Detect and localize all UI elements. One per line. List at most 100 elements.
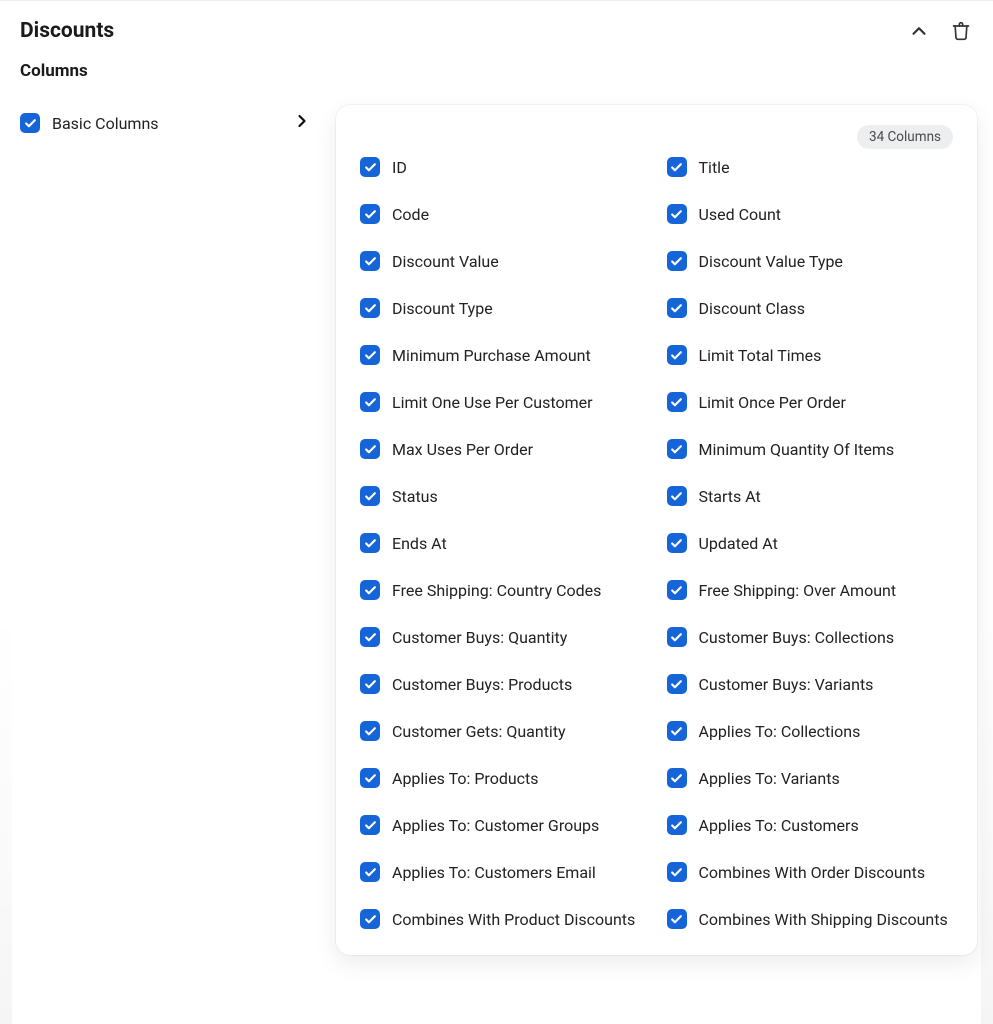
column-checkbox[interactable] bbox=[667, 721, 687, 741]
column-option-applies-to-collections[interactable]: Applies To: Collections bbox=[667, 721, 954, 741]
chevron-right-icon bbox=[292, 111, 312, 135]
sidebar-item-basic-columns[interactable]: Basic Columns bbox=[16, 105, 316, 141]
column-checkbox[interactable] bbox=[667, 204, 687, 224]
column-option-discount-class[interactable]: Discount Class bbox=[667, 298, 954, 318]
column-checkbox[interactable] bbox=[360, 345, 380, 365]
column-checkbox[interactable] bbox=[667, 298, 687, 318]
column-checkbox[interactable] bbox=[667, 486, 687, 506]
column-checkbox[interactable] bbox=[667, 627, 687, 647]
column-option-status[interactable]: Status bbox=[360, 486, 647, 506]
column-checkbox[interactable] bbox=[360, 392, 380, 412]
check-icon bbox=[364, 866, 377, 879]
column-label: Title bbox=[699, 158, 730, 177]
column-option-discount-type[interactable]: Discount Type bbox=[360, 298, 647, 318]
column-label: Free Shipping: Country Codes bbox=[392, 581, 601, 600]
collapse-button[interactable] bbox=[907, 19, 931, 43]
sidebar-item-label: Basic Columns bbox=[52, 114, 280, 133]
column-option-customer-buys-quantity[interactable]: Customer Buys: Quantity bbox=[360, 627, 647, 647]
column-checkbox[interactable] bbox=[360, 157, 380, 177]
column-option-applies-to-customer-groups[interactable]: Applies To: Customer Groups bbox=[360, 815, 647, 835]
column-checkbox[interactable] bbox=[667, 251, 687, 271]
check-icon bbox=[670, 349, 683, 362]
column-checkbox[interactable] bbox=[667, 157, 687, 177]
check-icon bbox=[670, 490, 683, 503]
column-label: Customer Buys: Variants bbox=[699, 675, 874, 694]
column-checkbox[interactable] bbox=[360, 768, 380, 788]
column-option-starts-at[interactable]: Starts At bbox=[667, 486, 954, 506]
column-option-used-count[interactable]: Used Count bbox=[667, 204, 954, 224]
column-option-applies-to-customers[interactable]: Applies To: Customers bbox=[667, 815, 954, 835]
column-option-limit-once-per-order[interactable]: Limit Once Per Order bbox=[667, 392, 954, 412]
column-option-customer-buys-collections[interactable]: Customer Buys: Collections bbox=[667, 627, 954, 647]
column-checkbox[interactable] bbox=[360, 721, 380, 741]
column-label: Discount Class bbox=[699, 299, 806, 318]
column-label: Free Shipping: Over Amount bbox=[699, 581, 897, 600]
column-checkbox[interactable] bbox=[360, 627, 380, 647]
column-option-ends-at[interactable]: Ends At bbox=[360, 533, 647, 553]
column-checkbox[interactable] bbox=[360, 439, 380, 459]
column-option-limit-total-times[interactable]: Limit Total Times bbox=[667, 345, 954, 365]
column-checkbox[interactable] bbox=[360, 580, 380, 600]
check-icon bbox=[670, 631, 683, 644]
column-option-max-uses-per-order[interactable]: Max Uses Per Order bbox=[360, 439, 647, 459]
check-icon bbox=[24, 117, 37, 130]
column-option-discount-value-type[interactable]: Discount Value Type bbox=[667, 251, 954, 271]
column-checkbox[interactable] bbox=[360, 909, 380, 929]
column-checkbox[interactable] bbox=[667, 580, 687, 600]
column-checkbox[interactable] bbox=[360, 251, 380, 271]
column-option-applies-to-customers-email[interactable]: Applies To: Customers Email bbox=[360, 862, 647, 882]
column-label: Combines With Order Discounts bbox=[699, 863, 926, 882]
column-option-minimum-purchase-amount[interactable]: Minimum Purchase Amount bbox=[360, 345, 647, 365]
check-icon bbox=[670, 255, 683, 268]
column-option-discount-value[interactable]: Discount Value bbox=[360, 251, 647, 271]
column-option-applies-to-variants[interactable]: Applies To: Variants bbox=[667, 768, 954, 788]
column-checkbox[interactable] bbox=[667, 533, 687, 553]
check-icon bbox=[364, 537, 377, 550]
column-option-customer-buys-variants[interactable]: Customer Buys: Variants bbox=[667, 674, 954, 694]
column-option-minimum-quantity-of-items[interactable]: Minimum Quantity Of Items bbox=[667, 439, 954, 459]
column-checkbox[interactable] bbox=[360, 815, 380, 835]
panel-body: Basic Columns 34 Columns ID Title Code Used… bbox=[0, 89, 993, 955]
column-option-customer-buys-products[interactable]: Customer Buys: Products bbox=[360, 674, 647, 694]
column-checkbox[interactable] bbox=[360, 298, 380, 318]
trash-icon bbox=[951, 21, 971, 41]
column-option-customer-gets-quantity[interactable]: Customer Gets: Quantity bbox=[360, 721, 647, 741]
check-icon bbox=[670, 584, 683, 597]
column-option-id[interactable]: ID bbox=[360, 157, 647, 177]
column-checkbox[interactable] bbox=[667, 862, 687, 882]
column-option-free-shipping-country-codes[interactable]: Free Shipping: Country Codes bbox=[360, 580, 647, 600]
column-checkbox[interactable] bbox=[667, 768, 687, 788]
delete-button[interactable] bbox=[949, 19, 973, 43]
basic-columns-checkbox[interactable] bbox=[20, 113, 40, 133]
column-checkbox[interactable] bbox=[360, 862, 380, 882]
column-option-applies-to-products[interactable]: Applies To: Products bbox=[360, 768, 647, 788]
column-option-combines-with-order-discounts[interactable]: Combines With Order Discounts bbox=[667, 862, 954, 882]
column-option-combines-with-shipping-discounts[interactable]: Combines With Shipping Discounts bbox=[667, 909, 954, 929]
check-icon bbox=[364, 490, 377, 503]
sidebar: Basic Columns bbox=[16, 105, 316, 141]
panel-title: Discounts bbox=[20, 19, 114, 43]
column-checkbox[interactable] bbox=[667, 439, 687, 459]
column-checkbox[interactable] bbox=[360, 486, 380, 506]
column-checkbox[interactable] bbox=[667, 815, 687, 835]
column-option-combines-with-product-discounts[interactable]: Combines With Product Discounts bbox=[360, 909, 647, 929]
column-label: Limit One Use Per Customer bbox=[392, 393, 593, 412]
columns-card: 34 Columns ID Title Code Used Count Discount… bbox=[336, 105, 977, 955]
column-checkbox[interactable] bbox=[667, 345, 687, 365]
column-checkbox[interactable] bbox=[667, 674, 687, 694]
column-option-updated-at[interactable]: Updated At bbox=[667, 533, 954, 553]
column-checkbox[interactable] bbox=[667, 909, 687, 929]
column-checkbox[interactable] bbox=[667, 392, 687, 412]
column-option-limit-one-use-per-customer[interactable]: Limit One Use Per Customer bbox=[360, 392, 647, 412]
column-checkbox[interactable] bbox=[360, 533, 380, 553]
badge-row: 34 Columns bbox=[360, 125, 953, 149]
column-option-code[interactable]: Code bbox=[360, 204, 647, 224]
column-label: Applies To: Customer Groups bbox=[392, 816, 599, 835]
column-label: Status bbox=[392, 487, 438, 506]
column-option-free-shipping-over-amount[interactable]: Free Shipping: Over Amount bbox=[667, 580, 954, 600]
column-label: Updated At bbox=[699, 534, 778, 553]
column-checkbox[interactable] bbox=[360, 674, 380, 694]
column-checkbox[interactable] bbox=[360, 204, 380, 224]
column-label: Applies To: Products bbox=[392, 769, 539, 788]
column-option-title[interactable]: Title bbox=[667, 157, 954, 177]
